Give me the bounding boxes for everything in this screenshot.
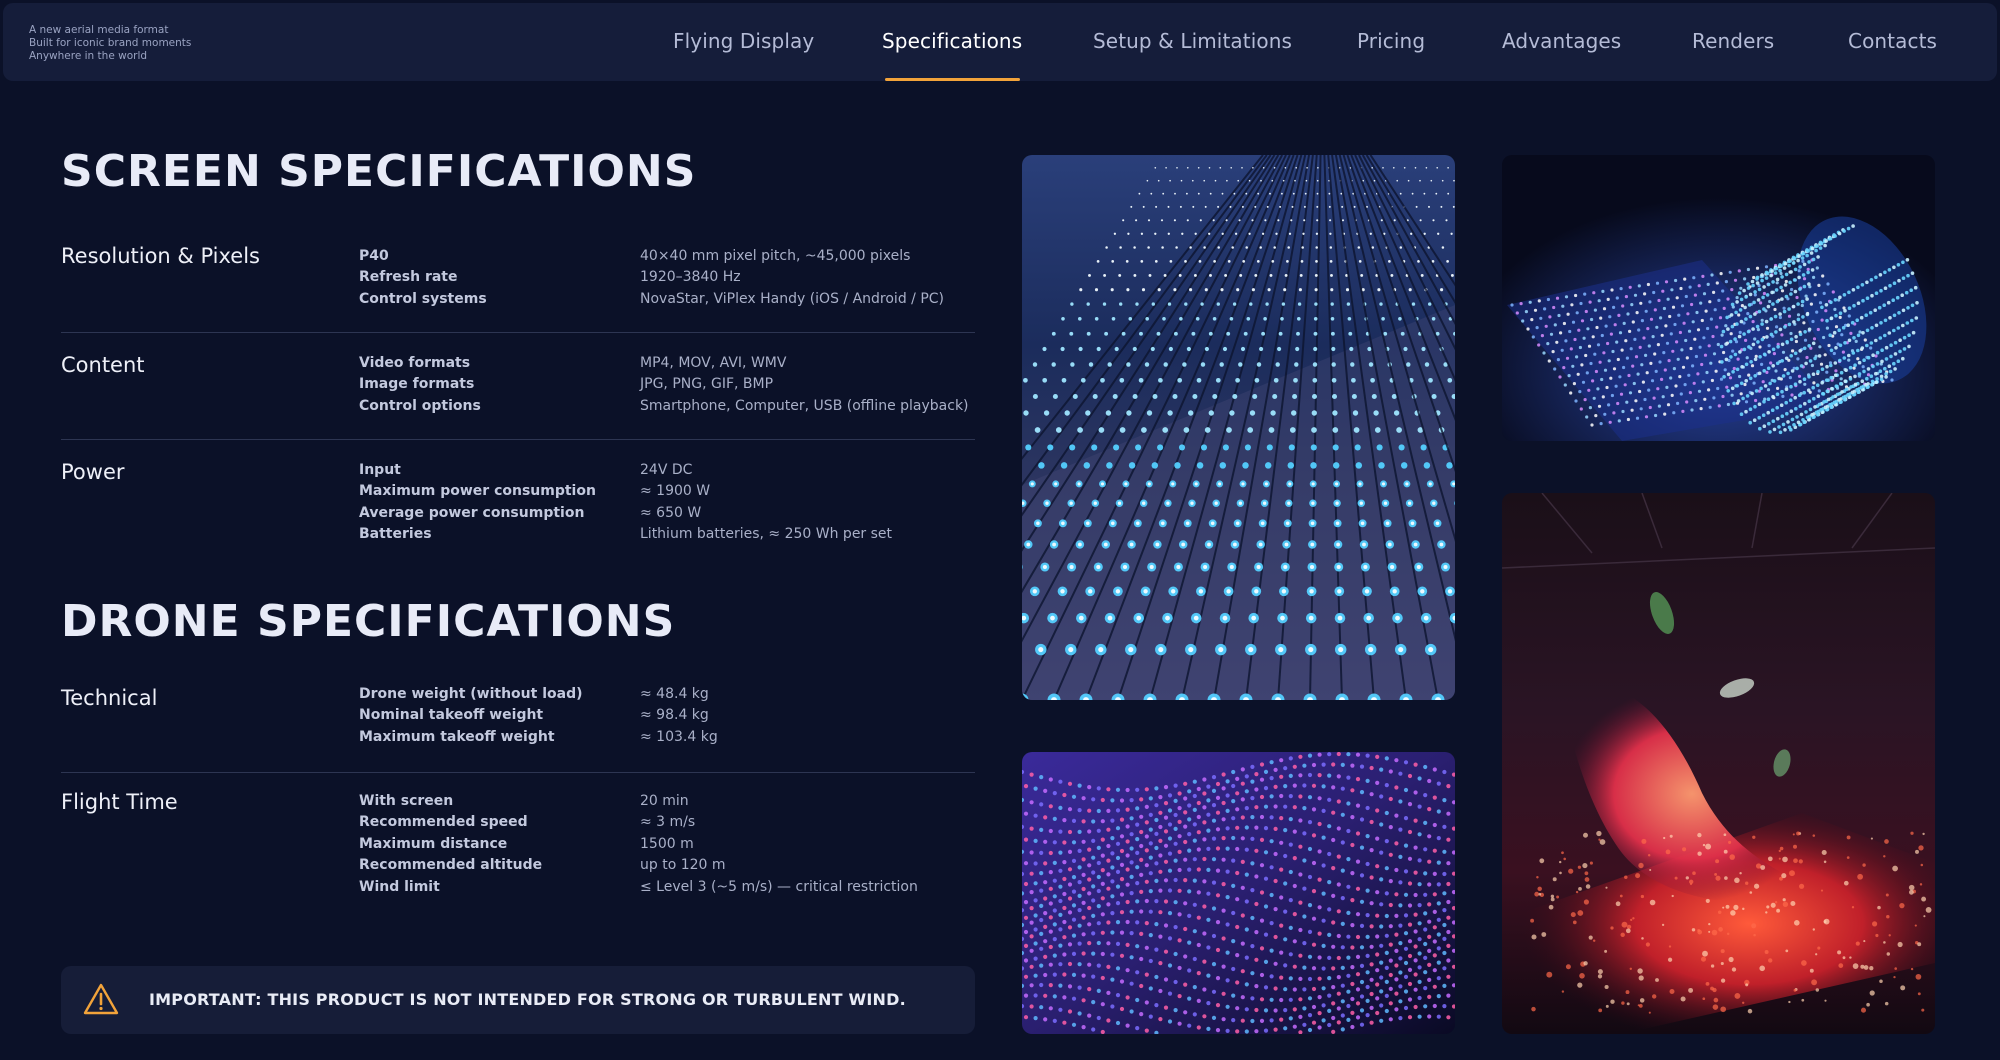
spec-value: 1500 m (640, 836, 694, 852)
spec-key: Control options (359, 398, 481, 414)
spec-key: Video formats (359, 355, 471, 371)
spec-key: Recommended altitude (359, 857, 543, 873)
section-divider (61, 332, 975, 333)
spec-value: 24V DC (640, 462, 693, 478)
wind-warning-banner: IMPORTANT: THIS PRODUCT IS NOT INTENDED … (61, 966, 975, 1034)
spec-key: Refresh rate (359, 269, 458, 285)
spec-group-label: Power (61, 460, 125, 484)
spec-value: up to 120 m (640, 857, 726, 873)
spec-key: Image formats (359, 376, 475, 392)
spec-key: Control systems (359, 291, 487, 307)
spec-key: Maximum power consumption (359, 483, 596, 499)
spec-value: ≈ 103.4 kg (640, 729, 718, 745)
drone-specs-title: DRONE SPECIFICATIONS (61, 596, 676, 647)
led-floor-projection-photo: . (1502, 493, 1935, 1034)
nav-link-flying-display[interactable]: Flying Display (673, 29, 814, 53)
spec-value: Smartphone, Computer, USB (offline playb… (640, 398, 969, 414)
spec-group-label: Content (61, 353, 145, 377)
spec-value: Lithium batteries, ≈ 250 Wh per set (640, 526, 893, 542)
section-divider (61, 772, 975, 773)
spec-key: Average power consumption (359, 505, 585, 521)
spec-key: Recommended speed (359, 814, 528, 830)
spec-value: 1920–3840 Hz (640, 269, 741, 285)
active-tab-indicator (885, 78, 1020, 81)
spec-group-label: Technical (61, 686, 158, 710)
spec-group-label: Resolution & Pixels (61, 244, 260, 268)
nav-link-specifications[interactable]: Specifications (882, 29, 1022, 53)
warning-triangle-icon (83, 983, 119, 1015)
spec-key: Batteries (359, 526, 432, 542)
top-navigation-bar: A new aerial media format Built for icon… (3, 3, 1997, 81)
spec-value: 20 min (640, 793, 689, 809)
nav-link-contacts[interactable]: Contacts (1848, 29, 1937, 53)
led-grid-perspective-photo (1022, 155, 1455, 700)
spec-value: ≈ 3 m/s (640, 814, 696, 830)
spec-value: ≈ 48.4 kg (640, 686, 709, 702)
spec-key: P40 (359, 248, 389, 264)
spec-value: ≈ 650 W (640, 505, 702, 521)
spec-value: ≤ Level 3 (~5 m/s) — critical restrictio… (640, 879, 918, 895)
tagline-line: Anywhere in the world (29, 50, 148, 62)
warning-text: IMPORTANT: THIS PRODUCT IS NOT INTENDED … (149, 990, 906, 1009)
wavy-led-mesh-photo (1022, 752, 1455, 1034)
nav-link-pricing[interactable]: Pricing (1357, 29, 1425, 53)
tagline-line: Built for iconic brand moments (29, 37, 192, 49)
brand-tagline: A new aerial media format Built for icon… (29, 24, 191, 63)
spec-key: Maximum takeoff weight (359, 729, 555, 745)
nav-link-advantages[interactable]: Advantages (1502, 29, 1621, 53)
spec-value: JPG, PNG, GIF, BMP (640, 376, 774, 392)
spec-key: Wind limit (359, 879, 440, 895)
spec-key: Maximum distance (359, 836, 508, 852)
spec-key: With screen (359, 793, 454, 809)
spec-key: Drone weight (without load) (359, 686, 583, 702)
screen-specs-title: SCREEN SPECIFICATIONS (61, 146, 697, 197)
spec-key: Nominal takeoff weight (359, 707, 544, 723)
spec-group-label: Flight Time (61, 790, 178, 814)
nav-link-setup-limitations[interactable]: Setup & Limitations (1093, 29, 1292, 53)
nav-link-renders[interactable]: Renders (1692, 29, 1774, 53)
spec-value: 40×40 mm pixel pitch, ~45,000 pixels (640, 248, 911, 264)
tagline-line: A new aerial media format (29, 24, 169, 36)
spec-key: Input (359, 462, 401, 478)
rolled-led-screen-photo (1502, 155, 1935, 441)
section-divider (61, 439, 975, 440)
spec-value: NovaStar, ViPlex Handy (iOS / Android / … (640, 291, 945, 307)
spec-value: ≈ 1900 W (640, 483, 711, 499)
spec-value: MP4, MOV, AVI, WMV (640, 355, 787, 371)
spec-value: ≈ 98.4 kg (640, 707, 709, 723)
